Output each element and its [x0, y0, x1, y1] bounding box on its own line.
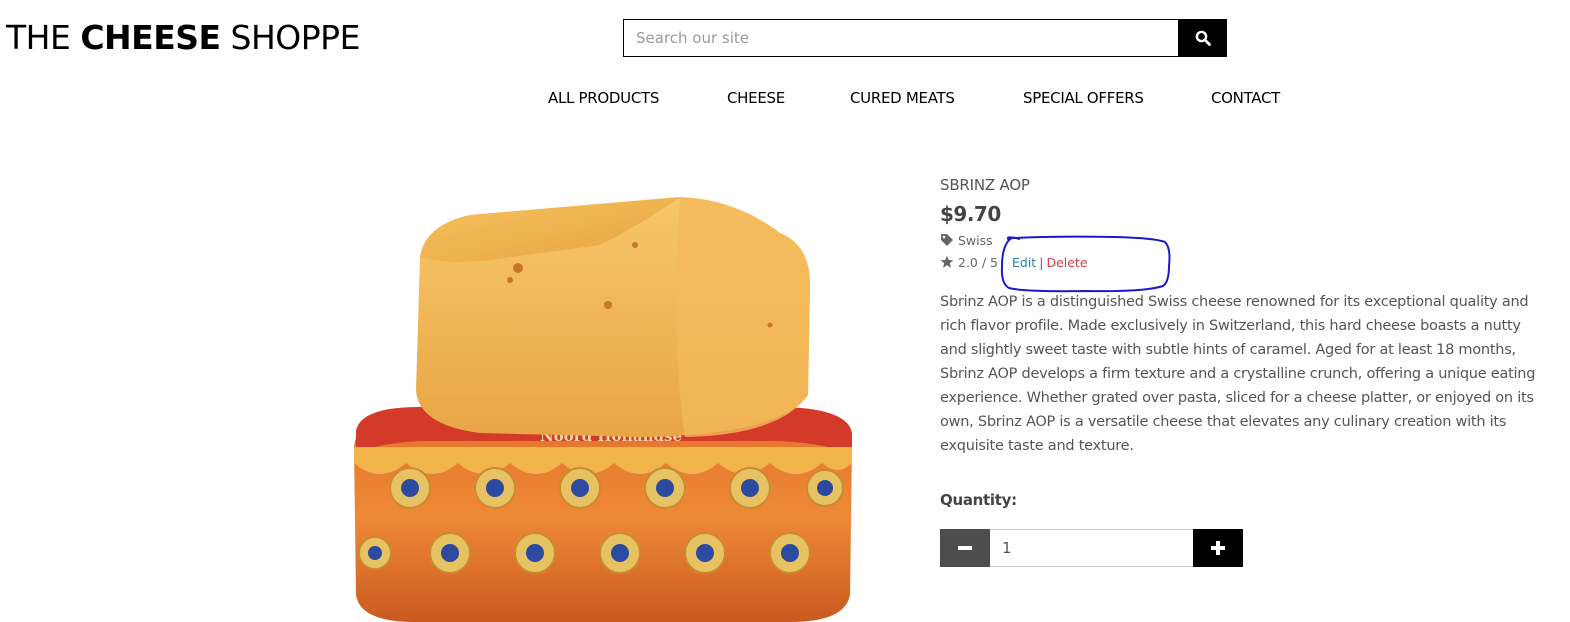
product-rating-row: 2.0 / 5 Edit | Delete — [940, 252, 1540, 272]
link-separator: | — [1039, 254, 1044, 270]
quantity-stepper — [940, 529, 1243, 567]
product-info: SBRINZ AOP $9.70 Swiss 2.0 / 5 Edit | De… — [940, 176, 1540, 458]
increment-button[interactable] — [1193, 529, 1243, 567]
product-category[interactable]: Swiss — [958, 233, 993, 248]
quantity-label: Quantity: — [940, 491, 1017, 509]
product-description: Sbrinz AOP is a distinguished Swiss chee… — [940, 294, 1536, 454]
cheese-illustration: Noord Hollandse — [354, 197, 852, 622]
logo-prefix: THE — [6, 18, 81, 57]
minus-icon — [958, 546, 972, 550]
quantity-input[interactable] — [990, 529, 1193, 567]
nav-cheese[interactable]: CHEESE — [727, 87, 785, 109]
site-logo[interactable]: THE CHEESE SHOPPE — [6, 18, 360, 58]
tag-icon — [941, 234, 953, 246]
search-input[interactable] — [623, 19, 1178, 57]
search-bar — [623, 19, 1227, 57]
main-nav: ALL PRODUCTS CHEESE CURED MEATS SPECIAL … — [0, 87, 1570, 111]
nav-contact[interactable]: CONTACT — [1211, 87, 1280, 109]
delete-link[interactable]: Delete — [1046, 255, 1087, 270]
product-price: $9.70 — [940, 202, 1001, 226]
product-rating: 2.0 / 5 — [958, 254, 998, 270]
nav-cured-meats[interactable]: CURED MEATS — [850, 87, 955, 109]
search-button[interactable] — [1178, 19, 1227, 57]
edit-link[interactable]: Edit — [1012, 255, 1036, 270]
logo-bold: CHEESE — [80, 18, 221, 57]
star-icon — [940, 255, 954, 268]
nav-all-products[interactable]: ALL PRODUCTS — [548, 87, 659, 109]
logo-suffix: SHOPPE — [220, 18, 361, 57]
decrement-button[interactable] — [940, 529, 990, 567]
product-name: SBRINZ AOP — [940, 176, 1030, 194]
product-image: Noord Hollandse — [340, 185, 865, 622]
search-icon — [1195, 30, 1211, 46]
product-category-row: Swiss — [940, 230, 1540, 250]
nav-special-offers[interactable]: SPECIAL OFFERS — [1023, 87, 1144, 109]
plus-icon — [1211, 541, 1225, 555]
